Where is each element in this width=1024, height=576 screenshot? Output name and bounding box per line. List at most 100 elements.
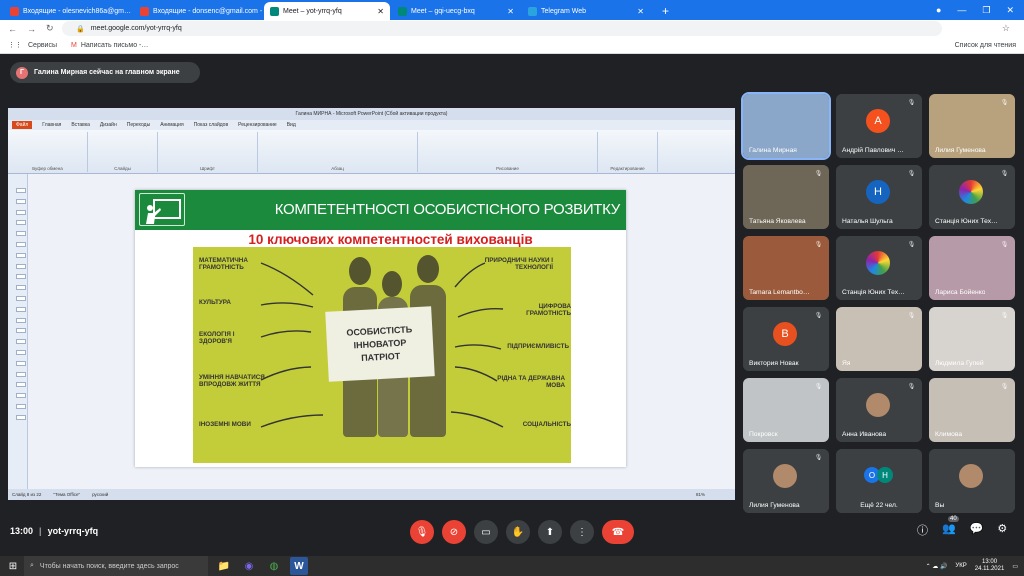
arrow — [454, 366, 498, 382]
participant-tile[interactable]: Станція Юних Тех… 🎙 — [929, 165, 1015, 229]
slide-thumbnail[interactable] — [16, 285, 26, 291]
ppt-menu-item[interactable]: Вставка — [71, 122, 90, 128]
close-icon[interactable]: ✕ — [1006, 5, 1014, 16]
participant-tile[interactable]: Вы — [929, 449, 1015, 513]
windows-start-icon[interactable]: ⊞ — [4, 557, 22, 575]
participant-tile[interactable]: Лилия Гуменова 🎙 — [929, 94, 1015, 158]
leave-call-button[interactable]: ☎ — [602, 520, 634, 544]
slide-thumbnail[interactable] — [16, 317, 26, 323]
slide-thumbnail[interactable] — [16, 296, 26, 301]
people-icon[interactable]: 👥 40 — [942, 516, 959, 538]
raise-hand-button[interactable]: ✋ — [506, 520, 530, 544]
slide-thumbnail[interactable] — [16, 371, 26, 377]
participant-tile[interactable]: Лариса Бойенко 🎙 — [929, 236, 1015, 300]
slide-thumbnail[interactable] — [16, 242, 26, 247]
forward-icon[interactable]: → — [27, 24, 36, 34]
tab-favicon-icon — [140, 6, 149, 16]
maximize-icon[interactable]: ❐ — [982, 5, 990, 16]
apps-icon[interactable]: ⋮⋮ — [8, 41, 22, 49]
participant-tile[interactable]: Климова 🎙 — [929, 378, 1015, 442]
tab-close-icon[interactable]: ✕ — [507, 7, 514, 16]
participant-tile[interactable]: Tamara Lemantbo… 🎙 — [743, 236, 829, 300]
participant-tile[interactable]: Галина Мирная — [741, 92, 831, 160]
participant-tile[interactable]: Анна Иванова 🎙 — [836, 378, 922, 442]
star-icon[interactable]: ☆ — [1002, 23, 1010, 34]
slide-thumbnail[interactable] — [16, 209, 26, 215]
slide-thumbnail[interactable] — [16, 350, 26, 355]
participant-tile[interactable]: Лилия Гуменова 🎙 — [743, 449, 829, 513]
back-icon[interactable]: ← — [8, 24, 17, 34]
slide-thumbnail[interactable] — [16, 231, 26, 237]
participant-tile[interactable]: В Виктория Новак 🎙 — [743, 307, 829, 371]
slide-thumbnail[interactable] — [16, 306, 26, 312]
reload-icon[interactable]: ↻ — [46, 23, 54, 34]
slide-thumbnail[interactable] — [16, 404, 26, 409]
taskbar-search[interactable]: ⌕ Чтобы начать поиск, введите здесь запро… — [24, 556, 208, 576]
ppt-menu-item[interactable]: Вид — [287, 122, 296, 128]
browser-tab[interactable]: Входящие - olesnevich86a@gm…✕ — [4, 2, 132, 20]
reading-list[interactable]: Список для чтения — [955, 42, 1016, 49]
participant-tile[interactable]: Станція Юних Тех… 🎙 — [836, 236, 922, 300]
slide-thumbnail[interactable] — [16, 360, 26, 366]
participant-tile[interactable]: Н Наталья Шульга 🎙 — [836, 165, 922, 229]
ppt-menu-item[interactable]: Рецензирование — [238, 122, 277, 128]
more-options-button[interactable]: ⋮ — [570, 520, 594, 544]
participant-tile[interactable]: А Андрій Павлович … 🎙 — [836, 94, 922, 158]
camera-off-button[interactable]: ⊘ — [442, 520, 466, 544]
captions-button[interactable]: ▭ — [474, 520, 498, 544]
word-icon[interactable]: W — [290, 557, 308, 575]
slide-thumbnail[interactable] — [16, 263, 26, 269]
tray-icons[interactable]: ⌃ ☁ 🔊 — [926, 563, 948, 570]
ppt-menu-item[interactable]: Переходы — [127, 122, 150, 128]
ppt-menu-item[interactable]: Дизайн — [100, 122, 117, 128]
slide-thumbnail[interactable] — [16, 414, 26, 420]
captions-icon: ▭ — [481, 526, 491, 538]
chrome-icon[interactable]: ◍ — [265, 557, 283, 575]
ppt-menu-item[interactable]: Показ слайдов — [194, 122, 228, 128]
ppt-menu-item[interactable]: Файл — [12, 121, 33, 129]
slide-thumbnails[interactable] — [8, 174, 28, 489]
participant-tile[interactable]: О Н Ещё 22 чел. — [836, 449, 922, 513]
browser-tab[interactable]: Входящие - donsenc@gmail.com - G…✕ — [134, 2, 262, 20]
input-language[interactable]: УКР — [955, 563, 966, 569]
participant-tile[interactable]: Людмила Гупей 🎙 — [929, 307, 1015, 371]
tab-close-icon[interactable]: ✕ — [637, 7, 644, 16]
minimize-icon[interactable]: — — [957, 5, 966, 15]
explorer-icon[interactable]: 📁 — [215, 557, 233, 575]
slide-thumbnail[interactable] — [16, 220, 26, 226]
browser-tab[interactable]: Telegram Web ✕ — [522, 2, 650, 20]
slide-thumbnail[interactable] — [16, 339, 26, 345]
browser-tab[interactable]: Meet – gqi-uecg-bxq ✕ — [392, 2, 520, 20]
slide-thumbnail[interactable] — [16, 328, 26, 334]
ppt-menu-item[interactable]: Анимация — [160, 122, 183, 128]
viber-icon[interactable]: ◉ — [240, 557, 258, 575]
info-icon[interactable]: ⓘ — [917, 522, 928, 538]
notifications-icon[interactable]: ▭ — [1012, 563, 1018, 570]
slide-thumbnail[interactable] — [16, 252, 26, 258]
participant-tile[interactable]: Татьяна Яковлева 🎙 — [743, 165, 829, 229]
tab-close-icon[interactable]: ✕ — [377, 7, 384, 16]
mic-off-button[interactable]: 🎙 — [410, 520, 434, 544]
participant-tile[interactable]: Покровск 🎙 — [743, 378, 829, 442]
browser-tab[interactable]: Meet – yot-yrrq-yfq ✕ — [264, 2, 390, 20]
clock[interactable]: 13:00 24.11.2021 — [975, 559, 1005, 573]
arrow — [454, 262, 486, 288]
profile-icon[interactable]: ● — [936, 5, 941, 15]
phone-icon: ☎ — [611, 526, 625, 538]
slide-thumbnail[interactable] — [16, 393, 26, 399]
slide-header: КОМПЕТЕНТНОСТІ ОСОБИСТІСНОГО РОЗВИТКУ — [135, 190, 626, 230]
activities-icon[interactable]: ⚙ — [997, 522, 1007, 538]
bookmark-services[interactable]: Сервисы — [28, 42, 57, 49]
url-field[interactable]: 🔒 meet.google.com/yot-yrrq-yfq — [62, 21, 942, 36]
present-button[interactable]: ⬆ — [538, 520, 562, 544]
new-tab-button[interactable]: + — [656, 2, 675, 20]
slide-thumbnail[interactable] — [16, 382, 26, 388]
bookmark-write-letter[interactable]: Написать письмо -… — [81, 42, 149, 49]
ppt-menu-item[interactable]: Главная — [42, 122, 61, 128]
chat-icon[interactable]: 💬 — [970, 522, 984, 538]
participant-tile[interactable]: Яя 🎙 — [836, 307, 922, 371]
slide-thumbnail[interactable] — [16, 188, 26, 193]
slide-thumbnail[interactable] — [16, 274, 26, 280]
participant-name: Галина Мирная — [749, 147, 797, 154]
slide-thumbnail[interactable] — [16, 198, 26, 204]
